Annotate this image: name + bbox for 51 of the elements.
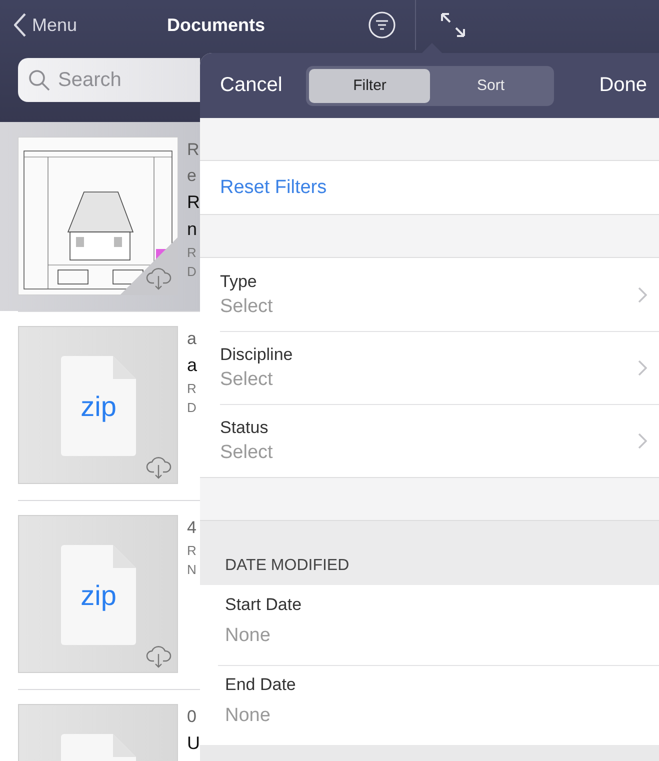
document-text: a bbox=[187, 354, 198, 377]
filter-value: Select bbox=[220, 442, 274, 464]
document-text: R bbox=[187, 191, 200, 214]
expand-icon[interactable] bbox=[440, 12, 466, 38]
date-row[interactable]: End Date None bbox=[200, 665, 659, 745]
done-button[interactable]: Done bbox=[599, 74, 647, 97]
date-label: Start Date bbox=[225, 595, 303, 615]
cloud-download-icon[interactable] bbox=[146, 455, 172, 479]
cloud-download-icon[interactable] bbox=[146, 644, 172, 668]
chevron-icon bbox=[638, 286, 647, 302]
file-icon bbox=[61, 356, 136, 456]
document-text: e bbox=[187, 165, 198, 187]
date-label: End Date bbox=[225, 675, 297, 695]
cancel-button[interactable]: Cancel bbox=[220, 74, 282, 97]
chevron-icon bbox=[638, 432, 647, 448]
date-value: None bbox=[225, 625, 272, 647]
document-text: R bbox=[187, 380, 198, 398]
document-text: U bbox=[187, 732, 200, 755]
segment-tab[interactable]: Filter bbox=[309, 68, 430, 102]
reset-filters-button[interactable]: Reset Filters bbox=[200, 160, 659, 215]
chevron-icon bbox=[638, 360, 647, 376]
file-icon bbox=[61, 545, 136, 645]
file-type-label: zip bbox=[80, 391, 118, 423]
document-text: D bbox=[187, 399, 198, 417]
file-type-label: zip bbox=[80, 580, 118, 612]
filter-label: Status bbox=[220, 418, 270, 438]
chevron-left-icon bbox=[14, 13, 26, 37]
filter-label: Discipline bbox=[220, 344, 294, 364]
date-value: None bbox=[225, 705, 272, 727]
search-icon bbox=[28, 69, 50, 91]
filter-label: Type bbox=[220, 272, 258, 292]
document-text: N bbox=[187, 561, 196, 579]
document-text: a bbox=[187, 328, 198, 350]
segment-tab[interactable]: Sort bbox=[430, 68, 552, 102]
document-row[interactable]: R e R n R D bbox=[0, 122, 200, 311]
document-text: R bbox=[187, 139, 200, 161]
document-text: 0 bbox=[187, 706, 198, 728]
filter-value: Select bbox=[220, 368, 274, 390]
filter-icon[interactable] bbox=[368, 11, 396, 39]
back-button[interactable]: Menu bbox=[14, 13, 78, 37]
document-text: R bbox=[187, 542, 196, 560]
cloud-download-icon[interactable] bbox=[146, 266, 172, 290]
section-header: DATE MODIFIED bbox=[200, 520, 659, 585]
document-text: n bbox=[187, 218, 198, 241]
search-field[interactable]: Search bbox=[18, 58, 200, 102]
document-text: R bbox=[187, 244, 198, 262]
nav-title: Documents bbox=[167, 14, 266, 36]
date-row[interactable]: Start Date None bbox=[200, 585, 659, 665]
document-text: 4 bbox=[187, 517, 196, 539]
document-text: D bbox=[187, 263, 198, 281]
filter-value: Select bbox=[220, 296, 274, 318]
